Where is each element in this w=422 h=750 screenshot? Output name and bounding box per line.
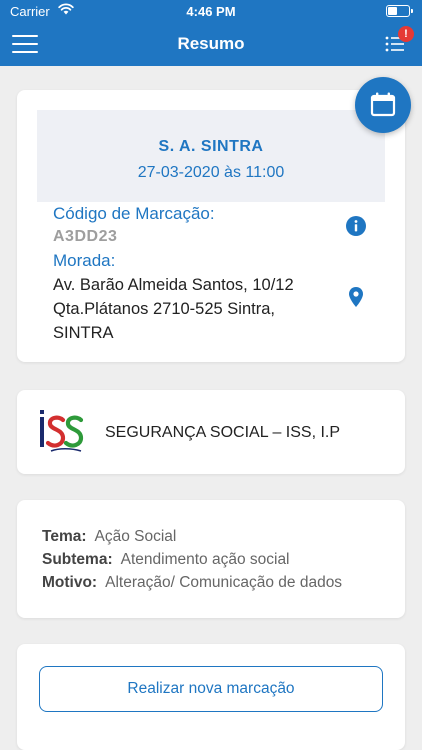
battery-icon [386, 5, 413, 17]
actions-card: Realizar nova marcação [17, 644, 405, 750]
iss-logo [40, 410, 84, 452]
subtheme-row: Subtema: Atendimento ação social [42, 551, 290, 569]
reason-row: Motivo: Alteração/ Comunicação de dados [42, 574, 342, 592]
address-line: SINTRA [53, 324, 114, 342]
address-line: Av. Barão Almeida Santos, 10/12 [53, 276, 294, 294]
calendar-icon [370, 92, 396, 117]
booking-code-label: Código de Marcação: [53, 204, 215, 223]
address-label: Morada: [53, 251, 116, 270]
page-title: Resumo [177, 34, 245, 53]
office-name: S. A. SINTRA [158, 138, 264, 155]
reason-label: Motivo: [42, 574, 98, 591]
appointment-card: S. A. SINTRA 27-03-2020 às 11:00 Código … [17, 90, 405, 362]
subtheme-value: Atendimento ação social [120, 551, 290, 568]
notification-badge: ! [398, 26, 414, 42]
theme-value: Ação Social [94, 528, 177, 545]
theme-label: Tema: [42, 528, 87, 545]
entity-card: SEGURANÇA SOCIAL – ISS, I.P [17, 390, 405, 474]
info-icon[interactable] [345, 215, 367, 237]
subtheme-label: Subtema: [42, 551, 113, 568]
clock: 4:46 PM [186, 4, 236, 19]
map-pin-icon[interactable] [348, 286, 364, 308]
reason-value: Alteração/ Comunicação de dados [105, 574, 343, 591]
entity-name: SEGURANÇA SOCIAL – ISS, I.P [105, 424, 341, 441]
calendar-button[interactable] [355, 77, 411, 133]
booking-code-value: A3DD23 [53, 228, 118, 245]
nav-bar: Resumo ! [0, 22, 422, 66]
address-block: Av. Barão Almeida Santos, 10/12 Qta.Plát… [53, 273, 323, 345]
address-line: Qta.Plátanos 2710-525 Sintra, [53, 300, 275, 318]
list-icon[interactable]: ! [384, 26, 414, 56]
appointment-datetime: 27-03-2020 às 11:00 [137, 164, 285, 181]
office-header: S. A. SINTRA 27-03-2020 às 11:00 [37, 110, 385, 202]
status-bar: Carrier 4:46 PM [0, 0, 422, 22]
new-booking-button[interactable]: Realizar nova marcação [39, 666, 383, 712]
details-card: Tema: Ação Social Subtema: Atendimento açã… [17, 500, 405, 618]
theme-row: Tema: Ação Social [42, 528, 176, 546]
